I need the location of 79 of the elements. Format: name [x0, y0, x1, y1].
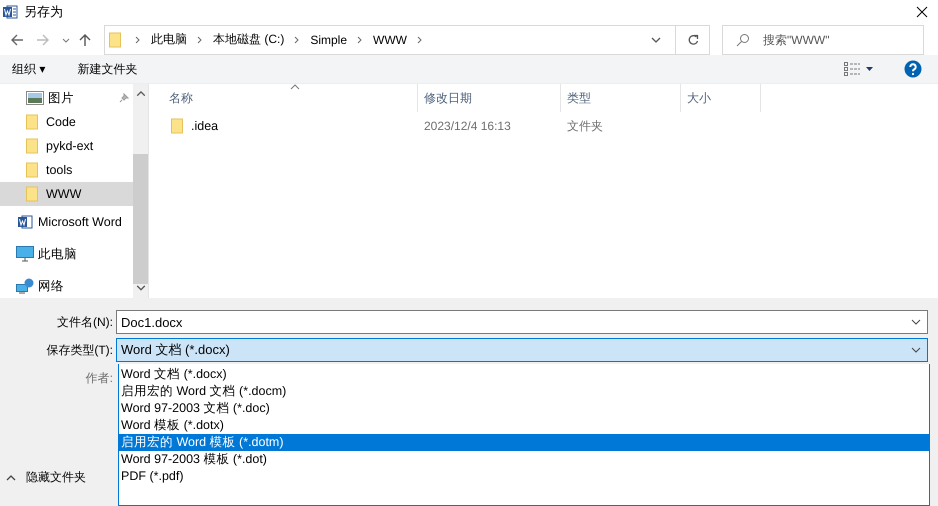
field-label: 作者: — [84, 370, 114, 387]
help-icon[interactable] — [904, 60, 922, 78]
scrollbar[interactable] — [133, 84, 148, 298]
up-arrow-icon[interactable] — [78, 32, 92, 47]
column-header[interactable]: 名称 — [163, 84, 418, 112]
sidebar-item[interactable]: Microsoft Word — [0, 206, 133, 238]
pin-icon[interactable] — [119, 93, 129, 103]
field-label: 保存类型(T): — [45, 342, 114, 358]
sidebar-label: WWW — [46, 187, 82, 201]
view-options-icon[interactable] — [844, 62, 874, 76]
sidebar-item[interactable]: 网络 — [0, 270, 133, 302]
sidebar-item[interactable]: WWW — [0, 182, 133, 206]
sidebar-label: tools — [46, 163, 72, 177]
chevron-down-icon[interactable] — [62, 36, 70, 44]
sidebar-label: Code — [46, 115, 76, 129]
file-name-field[interactable]: Doc1.docx — [116, 310, 928, 334]
chevron-right-icon — [135, 36, 141, 44]
sidebar-label: pykd-ext — [46, 139, 94, 153]
search-field[interactable]: 搜索"WWW" — [722, 24, 924, 55]
breadcrumb[interactable]: 此电脑 — [151, 31, 187, 48]
sidebar-label: Microsoft Word — [38, 215, 122, 229]
dropdown-option[interactable]: Word 97-2003 模板 (*.dot) — [119, 451, 929, 468]
network-icon — [16, 278, 34, 294]
organize-menu[interactable]: 组织 ▾ — [10, 58, 48, 81]
modified-date: 2023/12/4 16:13 — [424, 119, 511, 133]
refresh-icon — [686, 34, 698, 46]
hide-folders-label: 隐藏文件夹 — [26, 469, 86, 486]
chevron-right-icon — [294, 36, 300, 44]
sidebar-item[interactable]: pykd-ext — [0, 134, 133, 158]
sort-ascending-icon[interactable] — [290, 84, 300, 90]
folder-icon — [26, 186, 38, 202]
field-label: 文件名(N): — [56, 314, 114, 330]
sidebar-label: 图片 — [48, 90, 74, 106]
back-arrow-icon[interactable] — [10, 32, 24, 47]
chevron-right-icon — [197, 36, 203, 44]
dropdown-option[interactable]: 启用宏的 Word 文档 (*.docm) — [119, 383, 929, 400]
breadcrumb[interactable]: WWW — [373, 32, 407, 47]
sidebar-item[interactable]: Code — [0, 110, 133, 134]
chevron-down-icon — [911, 347, 921, 353]
folder-icon — [109, 32, 121, 48]
folder-icon — [171, 118, 183, 134]
column-header[interactable]: 类型 — [561, 84, 681, 112]
new-folder-button[interactable]: 新建文件夹 — [75, 58, 140, 81]
column-header[interactable]: 大小 — [681, 84, 761, 112]
chevron-down-icon[interactable] — [651, 36, 661, 44]
scroll-thumb[interactable] — [133, 154, 148, 284]
monitor-icon — [16, 246, 34, 262]
window-title: 另存为 — [24, 3, 63, 22]
file-name[interactable]: .idea — [191, 119, 218, 133]
folder-icon — [26, 162, 38, 178]
sidebar-label: 此电脑 — [38, 246, 77, 262]
sidebar-item[interactable]: 图片 — [0, 86, 133, 110]
dropdown-option[interactable]: PDF (*.pdf) — [119, 468, 929, 485]
scroll-up-icon[interactable] — [136, 90, 146, 98]
chevron-up-icon — [6, 474, 16, 480]
sidebar-item[interactable]: 此电脑 — [0, 238, 133, 270]
dropdown-option[interactable]: 启用宏的 Word 模板 (*.dotm) — [119, 434, 929, 451]
search-icon — [736, 32, 750, 47]
word-icon — [16, 214, 34, 230]
breadcrumb[interactable]: Simple — [310, 32, 348, 47]
picture-icon — [26, 90, 44, 106]
hide-folders-button[interactable]: 隐藏文件夹 — [0, 469, 116, 486]
address-bar[interactable]: 此电脑 本地磁盘 (C:) Simple WWW — [104, 24, 710, 55]
file-type: 文件夹 — [567, 118, 603, 134]
sidebar-item[interactable]: tools — [0, 158, 133, 182]
dropdown-option[interactable]: Word 97-2003 文档 (*.doc) — [119, 400, 929, 417]
dropdown-option[interactable]: Word 文档 (*.docx) — [119, 366, 929, 383]
close-icon[interactable] — [916, 6, 928, 18]
dropdown-option[interactable]: Word 模板 (*.dotx) — [119, 417, 929, 434]
chevron-right-icon — [357, 36, 364, 44]
chevron-right-icon — [417, 36, 423, 44]
chevron-down-icon — [911, 319, 921, 325]
folder-icon — [26, 138, 38, 154]
column-header[interactable]: 修改日期 — [418, 84, 561, 112]
folder-icon — [26, 114, 38, 130]
file-type-dropdown[interactable]: Word 文档 (*.docx) — [116, 338, 928, 362]
sidebar-label: 网络 — [38, 278, 64, 294]
scroll-down-icon[interactable] — [136, 284, 146, 292]
breadcrumb[interactable]: 本地磁盘 (C:) — [213, 31, 284, 48]
